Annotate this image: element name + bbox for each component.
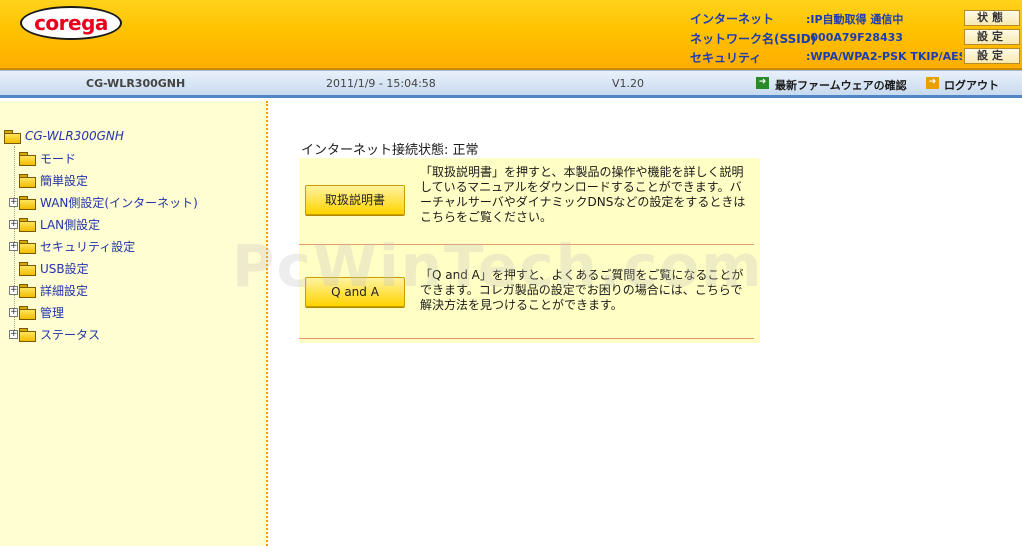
internet-status-label: インターネット	[690, 12, 775, 26]
sidebar-item-lan-settings[interactable]: + LAN側設定	[9, 215, 100, 233]
divider	[299, 244, 754, 245]
firmware-version: V1.20	[612, 77, 645, 90]
corega-logo: corega	[20, 6, 122, 40]
connection-status: インターネット接続状態: 正常	[301, 143, 479, 158]
folder-icon	[19, 195, 36, 210]
sidebar-item-wan-settings[interactable]: + WAN側設定(インターネット)	[9, 193, 198, 211]
divider	[299, 338, 754, 339]
security-label: セキュリティ	[690, 51, 762, 65]
arrow-right-icon: ➜	[926, 77, 939, 89]
folder-open-icon	[4, 129, 21, 144]
manual-description: 「取扱説明書」を押すと、本製品の操作や機能を詳しく説明しているマニュアルをダウン…	[420, 165, 746, 224]
expand-icon[interactable]: +	[9, 307, 18, 317]
arrow-right-icon: ➜	[756, 77, 769, 89]
date-time: 2011/1/9 - 15:04:58	[326, 77, 436, 90]
expand-icon[interactable]: +	[9, 219, 18, 229]
folder-icon	[19, 239, 36, 254]
folder-icon	[19, 327, 36, 342]
sidebar-item-advanced-settings[interactable]: + 詳細設定	[9, 281, 88, 299]
expand-icon[interactable]: +	[9, 241, 18, 251]
folder-icon	[19, 173, 36, 188]
sidebar-item-status[interactable]: + ステータス	[9, 325, 100, 343]
security-settings-button[interactable]: 設定	[964, 48, 1020, 64]
sidebar-item-usb-settings[interactable]: USB設定	[19, 259, 89, 277]
sidebar-menu: CG-WLR300GNH モード 簡単設定 + WAN側設定(インターネット) …	[0, 101, 268, 546]
expand-icon[interactable]: +	[9, 329, 18, 339]
folder-icon	[19, 261, 36, 276]
ssid-label: ネットワーク名(SSID)	[690, 32, 817, 46]
ssid-settings-button[interactable]: 設定	[964, 29, 1020, 45]
folder-icon	[19, 217, 36, 232]
model-name: CG-WLR300GNH	[86, 77, 186, 90]
ssid-value: :000A79F28433	[806, 31, 903, 44]
firmware-check-link[interactable]: 最新ファームウェアの確認	[775, 77, 907, 93]
manual-button[interactable]: 取扱説明書	[305, 185, 405, 215]
security-value: :WPA/WPA2-PSK TKIP/AES	[806, 50, 962, 63]
folder-icon	[19, 151, 36, 166]
sidebar-item-management[interactable]: + 管理	[9, 303, 64, 321]
expand-icon[interactable]: +	[9, 285, 18, 295]
header-bar: corega インターネット :IP自動取得 通信中 状態 ネットワーク名(SS…	[0, 0, 1022, 70]
expand-icon[interactable]: +	[9, 197, 18, 207]
sidebar-item-security-settings[interactable]: + セキュリティ設定	[9, 237, 135, 255]
sidebar-item-easy-setup[interactable]: 簡単設定	[19, 171, 88, 189]
logout-link[interactable]: ログアウト	[944, 77, 999, 93]
folder-icon	[19, 305, 36, 320]
folder-icon	[19, 283, 36, 298]
help-panel: 取扱説明書 「取扱説明書」を押すと、本製品の操作や機能を詳しく説明しているマニュ…	[299, 158, 760, 343]
qa-button[interactable]: Q and A	[305, 277, 405, 307]
info-bar: CG-WLR300GNH 2011/1/9 - 15:04:58 V1.20 ➜…	[0, 70, 1022, 98]
sidebar-root[interactable]: CG-WLR300GNH	[4, 127, 124, 145]
sidebar-item-mode[interactable]: モード	[19, 149, 76, 167]
qa-description: 「Q and A」を押すと、よくあるご質問をご覧になることができます。コレガ製品…	[420, 268, 744, 312]
status-button[interactable]: 状態	[964, 10, 1020, 26]
internet-status-value: :IP自動取得 通信中	[806, 13, 904, 26]
